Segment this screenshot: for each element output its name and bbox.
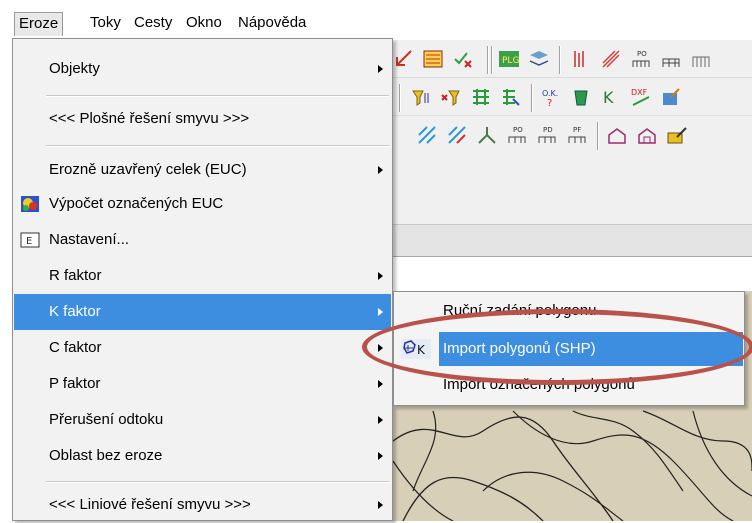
toolbar-grid-icon[interactable]: [659, 47, 683, 71]
svg-text:K: K: [603, 88, 614, 107]
euc-calculation-icon: [21, 196, 39, 212]
menu-item-label: Přerušení odtoku: [49, 411, 164, 428]
toolbar-check-cross-icon[interactable]: [451, 47, 475, 71]
menu-item-preruseni-odtoku[interactable]: Přerušení odtoku: [14, 402, 391, 438]
toolbar-network-icon[interactable]: [469, 85, 493, 109]
svg-text:PLG: PLG: [502, 56, 519, 66]
k-faktor-submenu: Ruční zadání polygonu K Import polygonů …: [393, 291, 745, 406]
menu-item-oblast-bez-eroze[interactable]: Oblast bez eroze: [14, 438, 391, 474]
submenu-arrow-icon: [378, 344, 383, 352]
toolbar-filter-cross-icon[interactable]: [439, 85, 463, 109]
menu-bar: Eroze Toky Cesty Okno Nápověda: [0, 0, 752, 38]
toolbar-filter-icon[interactable]: [409, 85, 433, 109]
toolbar-pd-icon[interactable]: PD: [535, 123, 559, 147]
menu-item-label: R faktor: [49, 267, 102, 284]
svg-text:E: E: [26, 236, 32, 247]
toolbar-scatter-icon[interactable]: [599, 47, 623, 71]
svg-text:PO: PO: [637, 50, 647, 58]
toolbar-row-3: PO PD PF: [393, 116, 752, 154]
svg-text:O.K.: O.K.: [542, 89, 558, 98]
toolbar-row-2: O.K.? K DXF: [393, 78, 752, 116]
submenu-item-import-oznacenych[interactable]: Import označených polygonů: [395, 368, 743, 402]
menu-item-liniove-reseni[interactable]: <<< Liniové řešení smyvu >>>: [14, 487, 391, 523]
menu-cesty[interactable]: Cesty: [130, 12, 176, 36]
toolbar-po-icon[interactable]: PO: [629, 47, 653, 71]
menu-okno[interactable]: Okno: [182, 12, 226, 36]
menu-item-c-faktor[interactable]: C faktor: [14, 330, 391, 366]
toolbar-lines-icon[interactable]: [569, 47, 593, 71]
toolbar-dxf-icon[interactable]: DXF: [629, 85, 653, 109]
submenu-item-label: Ruční zadání polygonu: [443, 302, 597, 319]
toolbar-row-1: PLG PO: [393, 40, 752, 78]
menu-item-label: Výpočet označených EUC: [49, 195, 224, 212]
menu-item-label: P faktor: [49, 375, 101, 392]
toolbar-box-pen-icon[interactable]: [665, 123, 689, 147]
toolbar-network-edit-icon[interactable]: [499, 85, 523, 109]
menu-item-p-faktor[interactable]: P faktor: [14, 366, 391, 402]
menu-toky[interactable]: Toky: [86, 12, 125, 36]
document-tab-strip: [393, 224, 752, 257]
submenu-item-import-shp[interactable]: K Import polygonů (SHP): [395, 332, 743, 366]
workspace-background: [393, 152, 752, 224]
submenu-arrow-icon: [378, 166, 383, 174]
menu-item-label: Oblast bez eroze: [49, 447, 163, 464]
eroze-dropdown-menu: Objekty <<< Plošné řešení smyvu >>> Eroz…: [12, 38, 393, 521]
toolbar-map-icon[interactable]: [421, 47, 445, 71]
svg-text:K: K: [417, 343, 426, 357]
menu-item-label: Erozně uzavřený celek (EUC): [49, 161, 247, 178]
toolbar-po2-icon[interactable]: PO: [505, 123, 529, 147]
toolbar-table-icon[interactable]: [689, 47, 713, 71]
submenu-arrow-icon: [378, 272, 383, 280]
toolbar-xy-icon[interactable]: [415, 123, 439, 147]
menu-item-label: K faktor: [49, 303, 101, 320]
menu-eroze[interactable]: Eroze: [14, 12, 64, 36]
menu-item-k-faktor[interactable]: K faktor: [14, 294, 391, 330]
toolbar-bucket-icon[interactable]: [569, 85, 593, 109]
toolbar-arrow-icon[interactable]: [391, 47, 415, 71]
menu-item-objekty[interactable]: Objekty: [14, 51, 391, 87]
submenu-item-label: Import označených polygonů: [443, 376, 635, 393]
toolbar-roof-icon[interactable]: [605, 123, 629, 147]
toolbar-polygon-icon[interactable]: PLG: [497, 47, 521, 71]
submenu-arrow-icon: [378, 65, 383, 73]
menu-item-r-faktor[interactable]: R faktor: [14, 258, 391, 294]
toolbar-layers-icon[interactable]: [527, 47, 551, 71]
settings-e-icon: E: [20, 232, 40, 248]
menu-item-label: Nastavení...: [49, 231, 130, 248]
submenu-item-rucni-zadani[interactable]: Ruční zadání polygonu: [395, 294, 743, 328]
svg-text:?: ?: [547, 98, 552, 109]
menu-item-label: <<< Plošné řešení smyvu >>>: [49, 110, 250, 127]
svg-text:PO: PO: [513, 126, 523, 134]
toolbar-pf-icon[interactable]: PF: [565, 123, 589, 147]
toolbar-roof2-icon[interactable]: [635, 123, 659, 147]
svg-text:DXF: DXF: [631, 88, 648, 97]
toolbar-k-icon[interactable]: K: [599, 85, 623, 109]
svg-text:PF: PF: [573, 126, 581, 134]
import-polygon-icon: K: [401, 339, 431, 359]
submenu-arrow-icon: [378, 501, 383, 509]
menu-item-label: Objekty: [49, 60, 100, 77]
submenu-arrow-icon: [378, 380, 383, 388]
menu-napoveda[interactable]: Nápověda: [234, 12, 310, 36]
menu-item-label: C faktor: [49, 339, 102, 356]
menu-item-plosne-reseni[interactable]: <<< Plošné řešení smyvu >>>: [14, 101, 391, 137]
toolbar-export-icon[interactable]: [659, 85, 683, 109]
menu-item-vypocet-euc[interactable]: Výpočet označených EUC: [14, 186, 391, 222]
submenu-arrow-icon: [378, 308, 383, 316]
toolbar-st-icon[interactable]: [445, 123, 469, 147]
menu-item-nastaveni[interactable]: E Nastavení...: [14, 222, 391, 258]
menu-item-label: <<< Liniové řešení smyvu >>>: [49, 496, 251, 513]
panel-header: [393, 257, 752, 291]
toolbar-tree-icon[interactable]: [475, 123, 499, 147]
submenu-item-label: Import polygonů (SHP): [439, 332, 743, 366]
submenu-arrow-icon: [378, 416, 383, 424]
svg-text:PD: PD: [543, 126, 553, 134]
menu-item-euc[interactable]: Erozně uzavřený celek (EUC): [14, 152, 391, 188]
submenu-arrow-icon: [378, 452, 383, 460]
toolbar-ok-icon[interactable]: O.K.?: [539, 85, 563, 109]
